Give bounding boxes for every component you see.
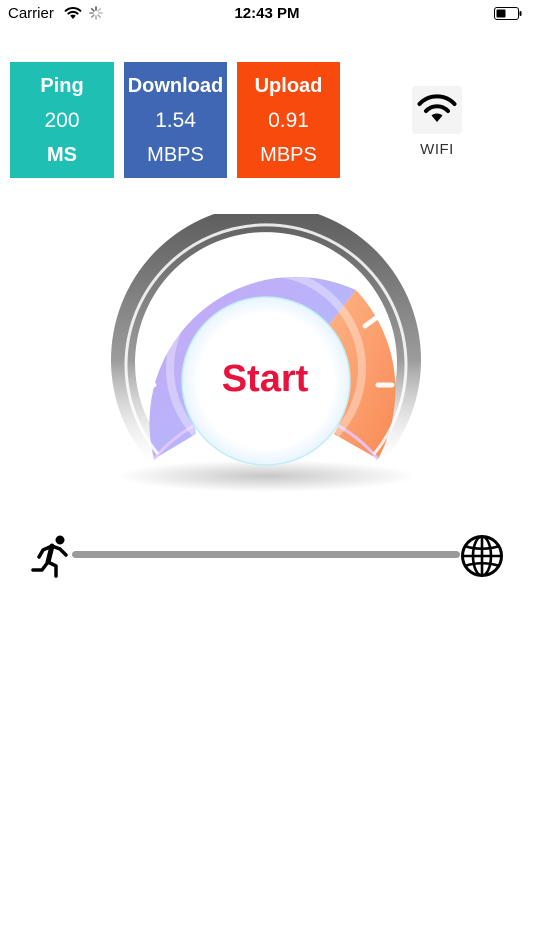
test-progress-bar <box>72 551 460 558</box>
battery-icon <box>494 7 522 20</box>
network-type-button[interactable] <box>412 86 462 134</box>
wifi-icon <box>417 94 457 122</box>
ping-card: Ping 200 MS <box>10 62 114 178</box>
ping-title: Ping <box>40 75 84 97</box>
download-card: Download 1.54 MBPS <box>124 62 227 178</box>
network-type-label: WIFI <box>420 141 454 158</box>
ping-value: 200 <box>44 109 80 132</box>
upload-value: 0.91 <box>268 109 309 132</box>
download-title: Download <box>127 75 224 97</box>
download-value: 1.54 <box>155 109 196 132</box>
start-button[interactable]: Start <box>175 358 355 401</box>
upload-card: Upload 0.91 MBPS <box>237 62 340 178</box>
upload-title: Upload <box>254 75 323 97</box>
download-unit: MBPS <box>147 144 204 166</box>
status-bar: Carrier 12:43 PM <box>0 0 534 28</box>
status-time: 12:43 PM <box>234 5 300 22</box>
upload-unit: MBPS <box>260 144 317 166</box>
ping-unit: MS <box>47 144 77 166</box>
runner-icon <box>31 535 68 578</box>
globe-icon <box>461 535 503 577</box>
